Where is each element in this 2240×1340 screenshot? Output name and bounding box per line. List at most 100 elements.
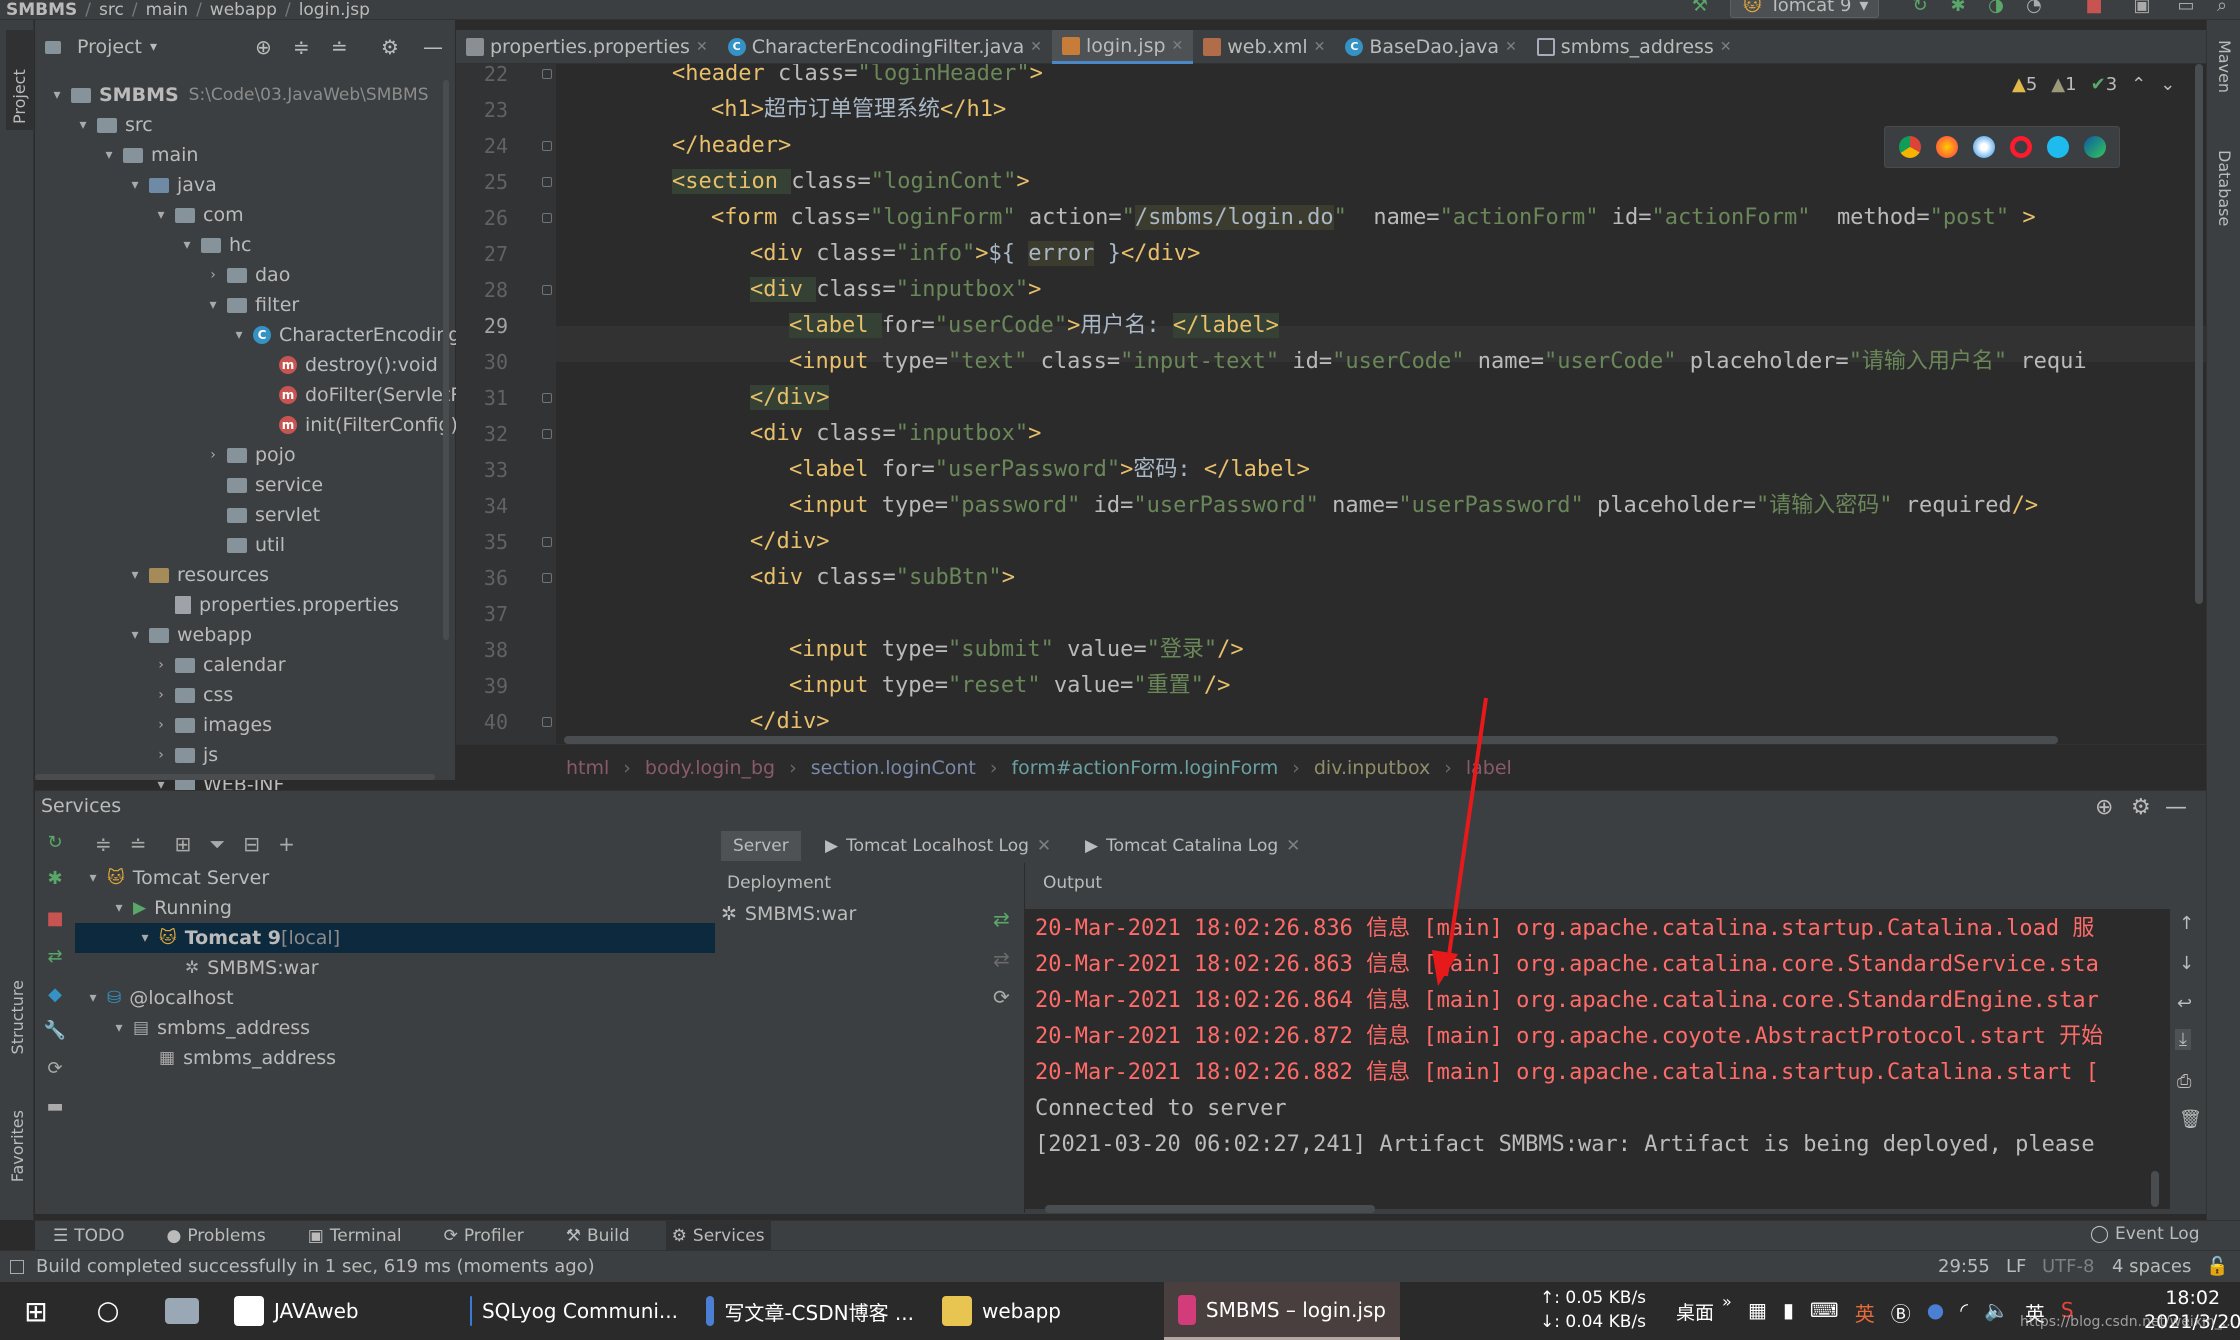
- chevron-icon[interactable]: ▾: [111, 1020, 127, 1036]
- editor-tab[interactable]: C BaseDao.java ✕: [1335, 30, 1526, 64]
- arrow-down-icon[interactable]: ↓: [2179, 953, 2194, 974]
- fold-marker[interactable]: [542, 69, 552, 79]
- maven-tool-button[interactable]: Maven: [2215, 40, 2234, 93]
- taskview-button[interactable]: [144, 1282, 220, 1340]
- layout-icon[interactable]: ▬: [43, 1095, 67, 1119]
- chevron-icon[interactable]: ▾: [205, 297, 221, 313]
- ie-icon[interactable]: [2046, 136, 2069, 158]
- tree-item[interactable]: ▾ SMBMS S:\Code\03.JavaWeb\SMBMS: [49, 80, 428, 110]
- undeploy-icon[interactable]: ⇄: [993, 947, 1010, 971]
- firefox-icon[interactable]: [1935, 136, 1958, 158]
- opera-icon[interactable]: [2009, 136, 2032, 158]
- gear-icon[interactable]: ⚙: [2131, 795, 2151, 820]
- tree-item[interactable]: ▾ com: [153, 200, 243, 230]
- chevron-right-icon[interactable]: »: [1722, 1292, 1732, 1311]
- close-icon[interactable]: ✕: [1172, 38, 1184, 54]
- chevron-icon[interactable]: ▾: [111, 900, 127, 916]
- app-tray-icon[interactable]: 英: [1855, 1298, 1875, 1327]
- indent-setting[interactable]: 4 spaces: [2112, 1256, 2191, 1277]
- breadcrumb-item[interactable]: body.login_bg: [645, 757, 775, 779]
- taskbar-app[interactable]: SQLyog Communi...: [456, 1282, 692, 1340]
- tree-item[interactable]: m init(FilterConfig): [257, 410, 458, 440]
- tablet-icon[interactable]: ▮: [1783, 1298, 1794, 1327]
- tool-window-problems[interactable]: ● Problems: [161, 1221, 272, 1251]
- rerun-icon[interactable]: ↻: [43, 831, 67, 855]
- tree-item[interactable]: › pojo: [205, 440, 295, 470]
- breadcrumb-item[interactable]: form#actionForm.loginForm: [1011, 757, 1278, 779]
- chevron-up-icon[interactable]: ⌃: [2131, 74, 2146, 95]
- taskbar-app[interactable]: JAVAweb: [220, 1282, 456, 1340]
- console-hscrollbar[interactable]: [1045, 1205, 1375, 1213]
- chevron-down-icon[interactable]: ▾: [150, 39, 157, 55]
- volume-icon[interactable]: 🔈: [1984, 1298, 2009, 1327]
- tree-item[interactable]: ▾ webapp: [127, 620, 252, 650]
- favorites-tool-button[interactable]: Favorites: [8, 1110, 27, 1182]
- vpn-icon[interactable]: ●: [1927, 1298, 1944, 1327]
- run-config-dropdown[interactable]: 🐱 Tomcat 9 ▾: [1730, 0, 1880, 18]
- status-message[interactable]: Build completed successfully in 1 sec, 6…: [36, 1256, 595, 1277]
- chevron-icon[interactable]: ▾: [137, 930, 153, 946]
- edge-icon[interactable]: [2083, 136, 2106, 158]
- keyboard-icon[interactable]: ⌨: [1810, 1298, 1839, 1327]
- tree-item[interactable]: ▾ java: [127, 170, 216, 200]
- group-icon[interactable]: ⊞: [175, 832, 192, 856]
- tool-window-services[interactable]: ⚙ Services: [665, 1220, 771, 1251]
- lock-icon[interactable]: 🔓: [2206, 1256, 2228, 1277]
- soft-wrap-icon[interactable]: ↩: [2177, 993, 2192, 1014]
- new-tab-icon[interactable]: ⊟: [243, 832, 260, 856]
- fold-marker[interactable]: [542, 573, 552, 583]
- service-tree-item[interactable]: ✲ SMBMS:war: [75, 953, 319, 983]
- tree-item[interactable]: › css: [153, 680, 233, 710]
- event-log-button[interactable]: ◯ Event Log: [2090, 1224, 2200, 1244]
- chevron-icon[interactable]: ▾: [49, 87, 65, 103]
- chevron-icon[interactable]: ▾: [75, 117, 91, 133]
- chevron-icon[interactable]: ▾: [127, 567, 143, 583]
- file-encoding[interactable]: UTF-8: [2042, 1256, 2094, 1277]
- stop-icon[interactable]: ■: [43, 907, 67, 931]
- nav-crumb-webapp[interactable]: webapp: [204, 0, 283, 19]
- scroll-end-icon[interactable]: ⤓: [2175, 1029, 2191, 1050]
- breadcrumb-item[interactable]: section.loginCont: [811, 757, 976, 779]
- refresh-icon[interactable]: ⟳: [993, 985, 1010, 1009]
- close-icon[interactable]: ✕: [1286, 836, 1300, 856]
- project-tool-button[interactable]: Project: [6, 30, 33, 130]
- diamond-icon[interactable]: ◆: [43, 983, 67, 1007]
- tree-item[interactable]: ▾ src: [75, 110, 152, 140]
- chevron-icon[interactable]: ›: [153, 747, 169, 763]
- filter-icon[interactable]: ⏷: [209, 832, 225, 856]
- desktop-toolbar[interactable]: 桌面: [1676, 1298, 1714, 1325]
- chrome-icon[interactable]: [1898, 136, 1921, 158]
- chevron-icon[interactable]: ▾: [101, 147, 117, 163]
- tree-item[interactable]: ▾ filter: [205, 290, 299, 320]
- taskbar-app[interactable]: SMBMS – login.jsp: [1164, 1282, 1400, 1340]
- caret-position[interactable]: 29:55: [1938, 1256, 1990, 1277]
- minimize-icon[interactable]: —: [423, 35, 443, 59]
- output-console[interactable]: 20-Mar-2021 18:02:26.836 信息 [main] org.a…: [1025, 909, 2170, 1209]
- tree-item[interactable]: › dao: [205, 260, 290, 290]
- nav-crumb-main[interactable]: main: [140, 0, 194, 19]
- project-hscrollbar[interactable]: [35, 774, 435, 780]
- start-button[interactable]: ⊞: [0, 1282, 72, 1340]
- deploy-icon[interactable]: ⇄: [43, 945, 67, 969]
- chevron-icon[interactable]: ▾: [127, 177, 143, 193]
- wrench-icon[interactable]: 🔧: [43, 1019, 67, 1043]
- chevron-icon[interactable]: ▾: [85, 870, 101, 886]
- tool-window-todo[interactable]: ☰ TODO: [47, 1221, 131, 1251]
- close-icon[interactable]: ✕: [1037, 836, 1051, 856]
- fold-marker[interactable]: [542, 213, 552, 223]
- tree-item[interactable]: ▾ hc: [179, 230, 251, 260]
- close-icon[interactable]: ✕: [1505, 39, 1517, 55]
- console-vscrollbar[interactable]: [2151, 1171, 2159, 1207]
- cortana-button[interactable]: ○: [72, 1282, 144, 1340]
- structure-tool-button[interactable]: Structure: [8, 980, 27, 1054]
- editor-tab[interactable]: C CharacterEncodingFilter.java ✕: [718, 30, 1052, 64]
- chevron-icon[interactable]: ›: [205, 267, 221, 283]
- deployment-item[interactable]: ✲ SMBMS:war: [721, 903, 856, 925]
- chevron-icon[interactable]: ›: [153, 657, 169, 673]
- editor-vscrollbar[interactable]: [2195, 64, 2203, 604]
- globe-icon[interactable]: ⊕: [2095, 795, 2113, 820]
- expand-all-icon[interactable]: ≑: [95, 832, 112, 856]
- editor-hscrollbar[interactable]: [564, 736, 2058, 744]
- line-separator[interactable]: LF: [2006, 1256, 2026, 1277]
- rerun-icon[interactable]: ↻: [1910, 0, 1930, 16]
